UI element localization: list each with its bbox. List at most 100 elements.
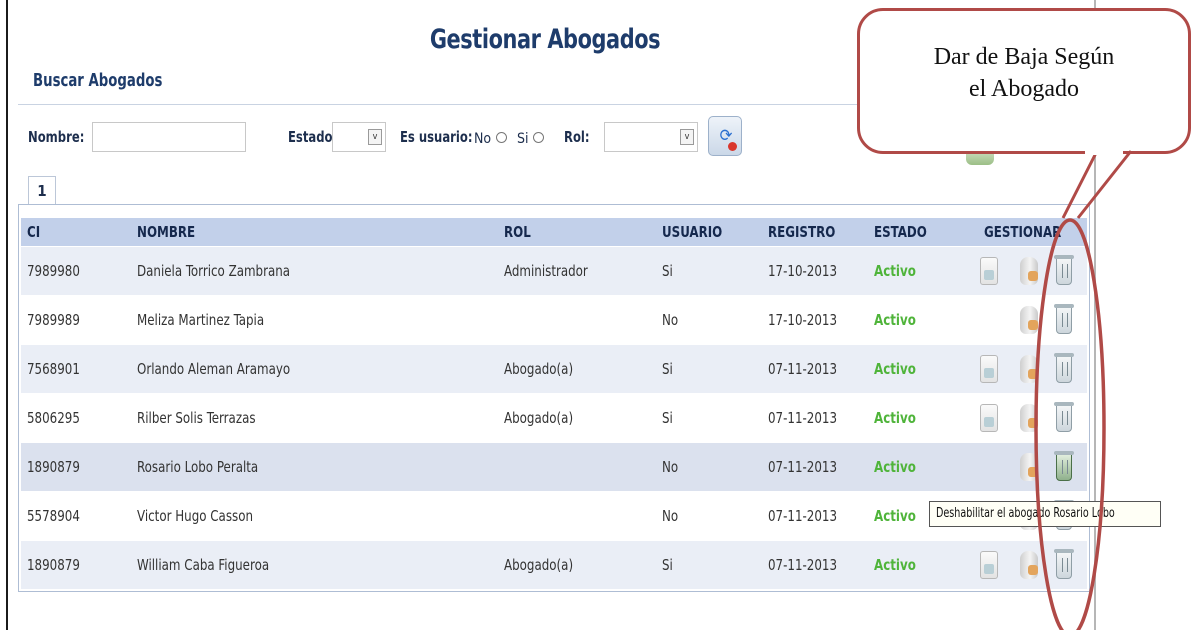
cell-gestionar <box>968 294 1087 344</box>
cell-gestionar <box>968 539 1087 589</box>
table-row[interactable]: 7989980 Daniela Torrico Zambrana Adminis… <box>21 245 1087 295</box>
trash-icon[interactable] <box>1054 401 1074 432</box>
cell-ci: 1890879 <box>21 441 131 491</box>
cell-usuario: Si <box>656 245 762 295</box>
delete-tooltip: Deshabilitar el abogado Rosario Lobo <box>929 501 1162 527</box>
cell-registro: 07-11-2013 <box>762 539 868 589</box>
cell-estado: Activo <box>868 441 968 491</box>
cell-nombre: Rosario Lobo Peralta <box>131 441 498 491</box>
cell-nombre: Orlando Aleman Aramayo <box>131 343 498 393</box>
usuario-no-label: No <box>474 131 492 147</box>
cell-nombre: Rilber Solis Terrazas <box>131 392 498 442</box>
header-ci[interactable]: CI <box>21 218 131 246</box>
cell-registro: 17-10-2013 <box>762 294 868 344</box>
trash-icon[interactable] <box>1054 303 1074 334</box>
usuario-si-radio[interactable] <box>533 132 544 143</box>
cell-rol <box>498 441 656 491</box>
trash-icon[interactable] <box>1054 352 1074 383</box>
cell-registro: 17-10-2013 <box>762 245 868 295</box>
cell-nombre: Victor Hugo Casson <box>131 490 498 540</box>
table-row[interactable]: 5578904 Victor Hugo Casson No 07-11-2013… <box>21 490 1087 540</box>
abogados-grid: CI NOMBRE ROL USUARIO REGISTRO ESTADO GE… <box>18 204 1090 592</box>
cell-registro: 07-11-2013 <box>762 392 868 442</box>
database-icon[interactable] <box>1020 256 1038 285</box>
cell-estado: Activo <box>868 343 968 393</box>
cell-registro: 07-11-2013 <box>762 490 868 540</box>
cell-nombre: Meliza Martinez Tapia <box>131 294 498 344</box>
trash-icon[interactable] <box>1054 548 1074 579</box>
page-left-border <box>6 0 8 630</box>
cell-rol: Abogado(a) <box>498 539 656 589</box>
cell-rol: Administrador <box>498 245 656 295</box>
nombre-input[interactable] <box>92 122 246 152</box>
estado-select[interactable]: v <box>332 122 386 152</box>
table-header-row: CI NOMBRE ROL USUARIO REGISTRO ESTADO GE… <box>21 218 1087 246</box>
cell-ci: 1890879 <box>21 539 131 589</box>
usuario-si-label: Si <box>517 131 529 147</box>
header-usuario[interactable]: USUARIO <box>656 218 762 246</box>
cell-gestionar <box>968 392 1087 442</box>
table-row[interactable]: 7989989 Meliza Martinez Tapia No 17-10-2… <box>21 294 1087 344</box>
database-icon[interactable] <box>1020 305 1038 334</box>
cell-gestionar <box>968 245 1087 295</box>
clear-dot-icon <box>728 142 737 151</box>
rol-select[interactable]: v <box>604 122 698 152</box>
header-registro[interactable]: REGISTRO <box>762 218 868 246</box>
header-gestionar: GESTIONAR <box>968 218 1087 246</box>
database-icon[interactable] <box>1020 354 1038 383</box>
chevron-down-icon: v <box>368 129 382 145</box>
search-refresh-button[interactable]: ⟳ <box>708 116 742 156</box>
edit-document-icon[interactable] <box>980 403 998 432</box>
cell-gestionar <box>968 441 1087 491</box>
abogados-table: CI NOMBRE ROL USUARIO REGISTRO ESTADO GE… <box>21 218 1087 589</box>
cell-rol <box>498 294 656 344</box>
section-title: Buscar Abogados <box>33 70 163 91</box>
cell-usuario: No <box>656 490 762 540</box>
cell-usuario: Si <box>656 539 762 589</box>
cell-estado: Activo <box>868 294 968 344</box>
cell-rol <box>498 490 656 540</box>
edit-document-icon[interactable] <box>980 256 998 285</box>
cell-rol: Abogado(a) <box>498 392 656 442</box>
cell-nombre: William Caba Figueroa <box>131 539 498 589</box>
trash-icon[interactable] <box>1054 450 1074 481</box>
estado-label: Estado: <box>288 128 338 146</box>
cell-usuario: Si <box>656 392 762 442</box>
cell-estado: Activo <box>868 392 968 442</box>
database-icon[interactable] <box>1020 550 1038 579</box>
table-row[interactable]: 7568901 Orlando Aleman Aramayo Abogado(a… <box>21 343 1087 393</box>
es-usuario-label: Es usuario: <box>400 128 473 146</box>
edit-document-icon[interactable] <box>980 354 998 383</box>
cell-ci: 7568901 <box>21 343 131 393</box>
callout-text: Dar de Baja Según el Abogado <box>933 44 1115 102</box>
chevron-down-icon: v <box>680 129 694 145</box>
page-number-tab[interactable]: 1 <box>28 176 56 204</box>
cell-ci: 5806295 <box>21 392 131 442</box>
cell-rol: Abogado(a) <box>498 343 656 393</box>
database-icon[interactable] <box>1020 452 1038 481</box>
cell-ci: 5578904 <box>21 490 131 540</box>
table-row[interactable]: 1890879 William Caba Figueroa Abogado(a)… <box>21 539 1087 589</box>
table-row-hovered[interactable]: 1890879 Rosario Lobo Peralta No 07-11-20… <box>21 441 1087 491</box>
cell-usuario: Si <box>656 343 762 393</box>
usuario-no-radio[interactable] <box>496 132 507 143</box>
trash-icon[interactable] <box>1054 254 1074 285</box>
cell-gestionar <box>968 343 1087 393</box>
cell-registro: 07-11-2013 <box>762 441 868 491</box>
rol-label: Rol: <box>564 128 590 146</box>
cell-ci: 7989980 <box>21 245 131 295</box>
header-estado[interactable]: ESTADO <box>868 218 968 246</box>
cell-usuario: No <box>656 441 762 491</box>
cell-usuario: No <box>656 294 762 344</box>
annotation-callout: Dar de Baja Según el Abogado <box>857 8 1191 154</box>
header-nombre[interactable]: NOMBRE <box>131 218 498 246</box>
cell-ci: 7989989 <box>21 294 131 344</box>
database-icon[interactable] <box>1020 403 1038 432</box>
cell-registro: 07-11-2013 <box>762 343 868 393</box>
edit-document-icon[interactable] <box>980 550 998 579</box>
header-rol[interactable]: ROL <box>498 218 656 246</box>
cell-estado: Activo <box>868 245 968 295</box>
table-row[interactable]: 5806295 Rilber Solis Terrazas Abogado(a)… <box>21 392 1087 442</box>
nombre-label: Nombre: <box>28 128 85 146</box>
cell-estado: Activo <box>868 539 968 589</box>
